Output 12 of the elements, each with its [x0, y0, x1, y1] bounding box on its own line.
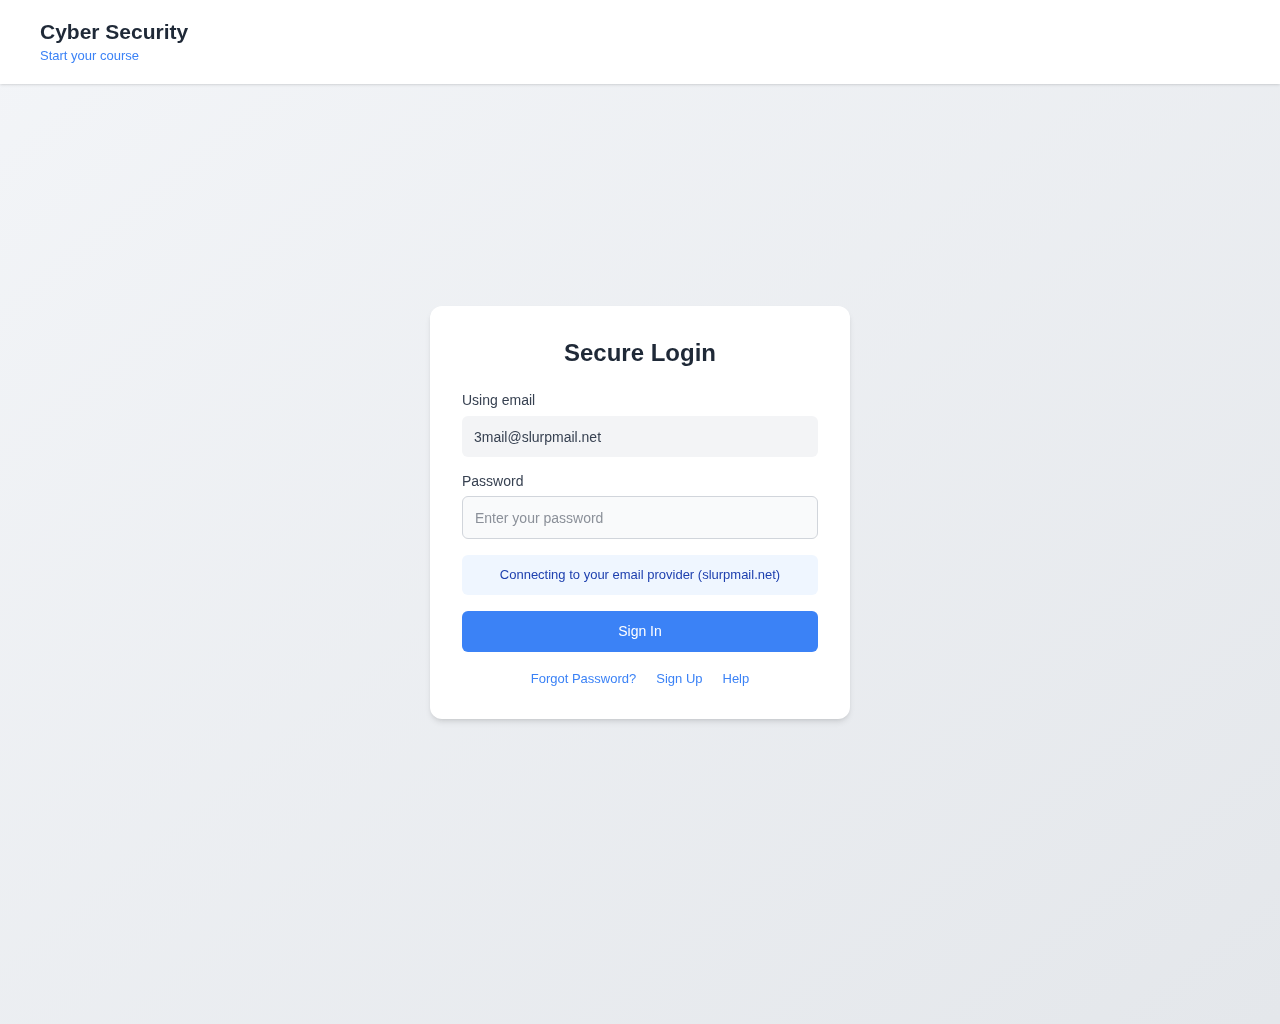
footer-link[interactable]: Forgot Password? [530, 669, 637, 689]
email-label: Using email [462, 391, 537, 410]
password-field[interactable]: Enter your password [462, 496, 818, 539]
site-title: Cyber Security [40, 19, 190, 45]
connection-notice: Connecting to your email provider (slurpmail.net) [462, 555, 818, 595]
footer-link[interactable]: Sign Up [656, 669, 703, 689]
login-heading: Secure Login [563, 338, 717, 368]
subtitle-link[interactable]: Start your course [40, 47, 1240, 65]
sign-in-button[interactable]: Sign In [462, 611, 818, 652]
email-field[interactable]: 3mail@slurpmail.net [462, 416, 818, 457]
footer-link[interactable]: Help [722, 669, 750, 689]
password-label: Password [462, 472, 525, 491]
